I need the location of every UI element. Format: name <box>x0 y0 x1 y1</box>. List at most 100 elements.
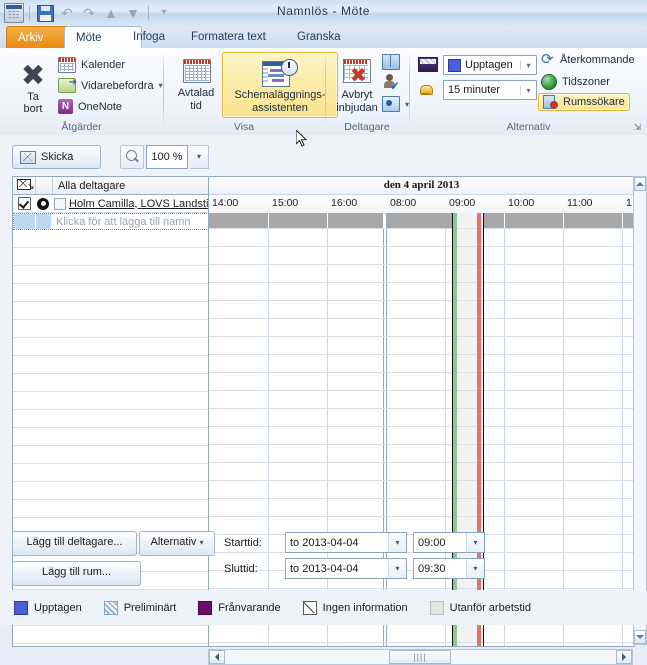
empty-row[interactable] <box>13 248 209 266</box>
scroll-thumb[interactable]: |||| <box>389 650 451 664</box>
end-clock-chevron-down-icon[interactable]: ▾ <box>466 559 484 578</box>
legend-label-out-of-office: Frånvarande <box>218 601 281 614</box>
table-row[interactable]: Holm Camilla, LOVS Landstin <box>13 195 209 213</box>
reminder-dropdown[interactable]: 15 minuter ▾ <box>443 80 537 100</box>
grid-vertical-scrollbar[interactable] <box>633 176 647 645</box>
empty-row[interactable] <box>13 374 209 392</box>
chevron-right-icon <box>622 653 626 661</box>
onenote-button[interactable]: N OneNote <box>58 99 122 114</box>
start-time-label: Starttid: <box>224 537 262 549</box>
grid-body[interactable] <box>209 213 634 646</box>
attendee-include-cell[interactable] <box>13 197 35 210</box>
empty-row[interactable] <box>13 482 209 500</box>
start-date-chevron-down-icon[interactable]: ▾ <box>388 533 406 552</box>
end-date-chevron-down-icon[interactable]: ▾ <box>388 559 406 578</box>
response-options-icon <box>382 96 400 112</box>
forward-button[interactable]: Vidarebefordra ▾ <box>58 77 163 93</box>
legend-label-tentative: Preliminärt <box>123 601 177 614</box>
empty-row[interactable] <box>13 500 209 518</box>
empty-row[interactable] <box>13 428 209 446</box>
end-clock-field[interactable]: 09:30 ▾ <box>413 558 485 579</box>
alternativ-dialog-launcher[interactable]: ⇲ <box>632 122 643 133</box>
magnifier-icon[interactable] <box>120 145 144 169</box>
tab-granska[interactable]: Granska <box>286 27 374 48</box>
empty-row[interactable] <box>13 302 209 320</box>
add-attendees-button[interactable]: Lägg till deltagare... <box>12 531 137 556</box>
scroll-left-button[interactable] <box>209 650 225 664</box>
delete-button[interactable]: ✖ Ta bort <box>8 54 58 118</box>
reminder-bell-icon <box>418 82 433 96</box>
attendee-name-cell[interactable]: Holm Camilla, LOVS Landstin <box>51 197 209 210</box>
start-date-field[interactable]: to 2013-04-04 ▾ <box>285 532 407 553</box>
free-busy-legend: Upptagen Preliminärt Frånvarande Ingen i… <box>0 590 647 625</box>
timezones-button[interactable]: Tidszoner <box>541 74 610 90</box>
cancel-invitation-icon: ✖ <box>343 59 371 86</box>
scroll-right-button[interactable] <box>616 650 632 664</box>
empty-row[interactable] <box>13 356 209 374</box>
recurrence-button[interactable]: Återkommande <box>541 50 635 68</box>
zoom-value[interactable]: 100 % <box>146 145 188 169</box>
reminder-chevron-down-icon[interactable]: ▾ <box>520 85 536 95</box>
no-information-swatch-icon <box>302 600 317 615</box>
add-attendee-row[interactable]: Klicka för att lägga till namn <box>13 213 209 230</box>
start-clock-chevron-down-icon[interactable]: ▾ <box>466 533 484 552</box>
scroll-down-button[interactable] <box>634 630 646 644</box>
add-attendee-placeholder[interactable]: Klicka för att lägga till namn <box>51 216 208 228</box>
delete-x-icon: ✖ <box>20 60 46 92</box>
empty-row[interactable] <box>13 338 209 356</box>
address-book-button[interactable] <box>382 54 400 70</box>
ribbon-tab-strip: Arkiv Möte Infoga Formatera text Granska <box>0 26 647 50</box>
forward-chevron-down-icon[interactable]: ▾ <box>159 81 163 90</box>
legend-item-tentative: Preliminärt <box>103 600 177 615</box>
empty-row[interactable] <box>13 626 209 644</box>
grid-horizontal-scrollbar[interactable]: |||| <box>208 649 633 665</box>
empty-row[interactable] <box>13 320 209 338</box>
attendee-type-cell[interactable] <box>35 197 51 210</box>
cancel-invitation-button[interactable]: ✖ Avbryt inbjudan <box>330 52 384 118</box>
window-title: Namnlös - Möte <box>276 4 371 18</box>
calendar-button[interactable]: Kalender <box>58 57 125 73</box>
room-finder-button[interactable]: Rumssökare <box>538 93 630 111</box>
empty-row[interactable] <box>13 284 209 302</box>
check-names-button[interactable]: ✓ <box>383 74 400 92</box>
onenote-label: OneNote <box>78 100 123 113</box>
meeting-start-marker[interactable] <box>453 213 457 646</box>
appointment-button[interactable]: Avtalad tid <box>171 52 221 118</box>
room-finder-icon <box>543 95 558 109</box>
grid-time-header: 14:00 15:00 16:00 08:00 09:00 10:00 11:0… <box>209 195 634 214</box>
empty-row[interactable] <box>13 644 209 646</box>
ribbon-group-atgarder: ✖ Ta bort Kalender Vidarebefordra ▾ N On… <box>0 48 163 135</box>
response-options-button[interactable]: ▾ <box>382 96 409 112</box>
empty-row[interactable] <box>13 446 209 464</box>
time-tick-label: 09:00 <box>449 197 476 209</box>
add-rooms-button[interactable]: Lägg till rum... <box>12 561 141 586</box>
scheduling-assistant-button[interactable]: Schemaläggnings- assistenten <box>222 52 338 118</box>
delete-label-line2: bort <box>23 103 43 115</box>
start-clock-field[interactable]: 09:00 ▾ <box>413 532 485 553</box>
empty-row[interactable] <box>13 392 209 410</box>
empty-row[interactable] <box>13 410 209 428</box>
meeting-end-marker[interactable] <box>477 213 481 646</box>
scroll-up-button[interactable] <box>634 177 646 191</box>
appointment-label-line2: tid <box>190 100 202 112</box>
freebusy-bar-segment <box>564 213 623 228</box>
attendee-name[interactable]: Holm Camilla, LOVS Landstin <box>69 198 209 210</box>
freebusy-bar-segment <box>505 213 564 228</box>
show-as-dropdown[interactable]: Upptagen ▾ <box>443 55 537 75</box>
options-chevron-down-icon: ▾ <box>199 538 204 547</box>
end-date-field[interactable]: to 2013-04-04 ▾ <box>285 558 407 579</box>
show-as-chevron-down-icon[interactable]: ▾ <box>520 60 536 70</box>
calendar-icon <box>58 57 76 73</box>
timezones-label: Tidszoner <box>562 76 610 88</box>
send-button[interactable]: Skicka <box>12 145 101 169</box>
freebusy-bar-segment <box>328 213 384 228</box>
options-button[interactable]: Alternativ ▾ <box>139 531 215 556</box>
empty-row[interactable] <box>13 464 209 482</box>
add-attendee-include-cell[interactable] <box>14 214 35 229</box>
zoom-chevron-down-icon[interactable]: ▾ <box>190 145 209 169</box>
add-attendee-type-cell[interactable] <box>35 214 51 229</box>
attendee-checkbox[interactable] <box>17 197 31 210</box>
empty-row[interactable] <box>13 230 209 248</box>
empty-row[interactable] <box>13 266 209 284</box>
end-time-label: Sluttid: <box>224 563 258 575</box>
